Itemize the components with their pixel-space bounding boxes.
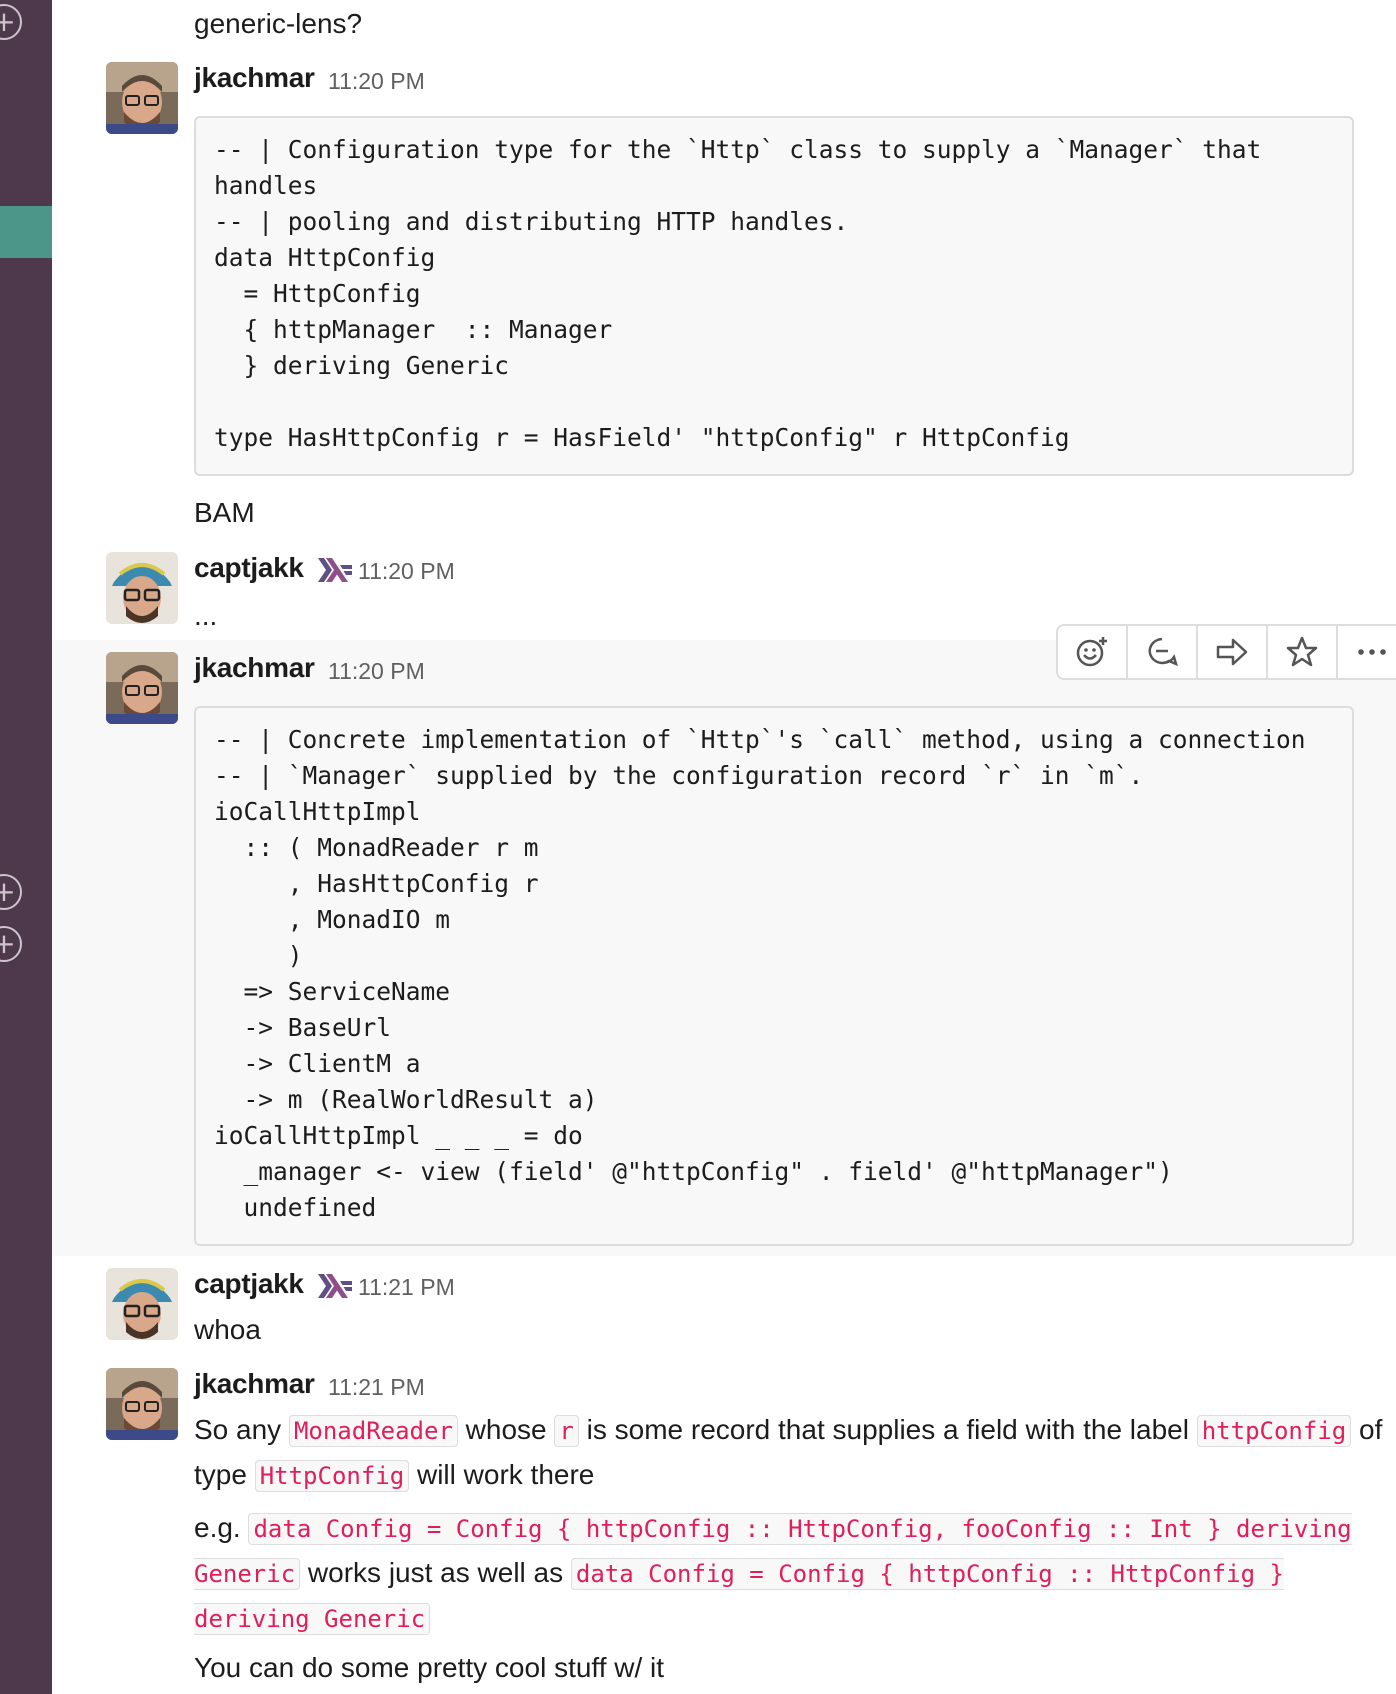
message-text: will work there <box>409 1459 595 1490</box>
start-thread-button[interactable] <box>1128 626 1198 678</box>
more-actions-button[interactable] <box>1338 626 1396 678</box>
author-name[interactable]: jkachmar <box>194 62 315 94</box>
message-timestamp[interactable]: 11:20 PM <box>328 68 425 95</box>
author-name[interactable]: jkachmar <box>194 1368 315 1400</box>
message-text: works just as well as <box>300 1557 571 1588</box>
message-text: whoa <box>194 1314 261 1345</box>
workspace-sidebar: + + + <box>0 0 52 1694</box>
save-star-icon <box>1286 636 1318 667</box>
avatar[interactable] <box>106 1268 178 1340</box>
message-timestamp[interactable]: 11:20 PM <box>358 558 455 585</box>
add-reaction-icon <box>1076 637 1107 667</box>
avatar[interactable] <box>106 62 178 134</box>
message-text: BAM <box>194 497 255 528</box>
haskell-icon <box>318 558 352 582</box>
message-actions-toolbar <box>1056 624 1396 680</box>
code-block: -- | Concrete implementation of `Http`'s… <box>194 706 1354 1246</box>
author-name[interactable]: jkachmar <box>194 652 315 684</box>
message-text: generic-lens? <box>194 8 363 39</box>
message-timestamp[interactable]: 11:21 PM <box>328 1374 425 1401</box>
message-text: e.g. <box>194 1512 249 1543</box>
author-name[interactable]: captjakk <box>194 552 304 584</box>
message-paragraph: So any MonadReader whose r is some recor… <box>194 1408 1396 1498</box>
code-block: -- | Configuration type for the `Http` c… <box>194 116 1354 476</box>
message-text: whose <box>457 1414 555 1445</box>
plus-circle-icon[interactable]: + <box>0 874 22 910</box>
inline-code: HttpConfig <box>254 1460 410 1492</box>
inline-code: httpConfig <box>1196 1415 1352 1447</box>
message-text: is some record that supplies a field wit… <box>578 1414 1197 1445</box>
plus-circle-icon[interactable]: + <box>0 4 22 40</box>
plus-circle-icon[interactable]: + <box>0 926 22 962</box>
add-reaction-button[interactable] <box>1058 626 1128 678</box>
share-message-button[interactable] <box>1198 626 1268 678</box>
avatar[interactable] <box>106 652 178 724</box>
share-message-icon <box>1216 638 1248 666</box>
message-text: You can do some pretty cool stuff w/ it <box>194 1652 665 1683</box>
save-star-button[interactable] <box>1268 626 1338 678</box>
message-paragraph: e.g. data Config = Config { httpConfig :… <box>194 1506 1396 1641</box>
message-text: ... <box>194 600 218 631</box>
inline-code: MonadReader <box>288 1415 458 1447</box>
start-thread-icon <box>1148 637 1178 667</box>
message-pane: generic-lens? jkachmar 11:20 PM -- | Con… <box>52 0 1396 1694</box>
message-timestamp[interactable]: 11:20 PM <box>328 658 425 685</box>
message-timestamp[interactable]: 11:21 PM <box>358 1274 455 1301</box>
more-actions-icon <box>1358 649 1386 655</box>
haskell-icon <box>318 1274 352 1298</box>
avatar[interactable] <box>106 552 178 624</box>
inline-code: r <box>554 1415 579 1447</box>
avatar[interactable] <box>106 1368 178 1440</box>
author-name[interactable]: captjakk <box>194 1268 304 1300</box>
active-channel-indicator[interactable] <box>0 206 52 258</box>
message-text: So any <box>194 1414 289 1445</box>
